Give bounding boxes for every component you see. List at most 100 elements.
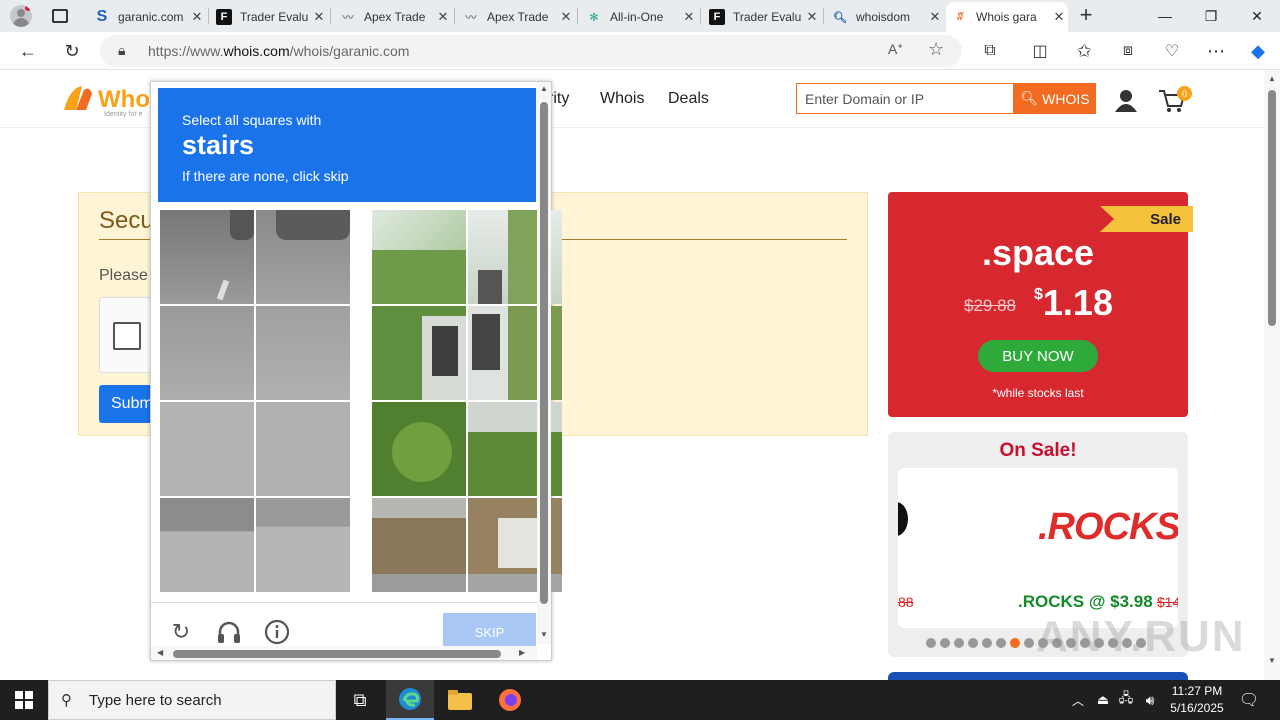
captcha-tile[interactable] bbox=[372, 498, 466, 592]
rocks-card[interactable]: .ROCKS 88 .ROCKS @ $3.98 $14 bbox=[898, 468, 1178, 628]
collections-icon[interactable]: ⧈ bbox=[1114, 37, 1142, 65]
account-icon[interactable] bbox=[1114, 88, 1138, 112]
captcha-vertical-scrollbar[interactable]: ▲ ▼ bbox=[537, 82, 551, 644]
buy-now-button[interactable]: BUY NOW bbox=[978, 340, 1098, 372]
watermark: ANY.RUN bbox=[1036, 612, 1246, 661]
tab-apex-2[interactable]: 〰 Apex Trade ✕ bbox=[457, 2, 575, 32]
tab-whoisdom[interactable]: 🔍︎ whoisdom ✕ bbox=[826, 2, 944, 32]
system-clock[interactable]: 11:27 PM 5/16/2025 bbox=[1166, 683, 1228, 717]
edge-icon[interactable] bbox=[386, 680, 434, 720]
captcha-hscroll-thumb[interactable] bbox=[173, 650, 501, 658]
url-field[interactable]: 🔒︎ https://www.whois.com/whois/garanic.c… bbox=[100, 35, 962, 67]
carousel-dot[interactable] bbox=[1024, 638, 1034, 648]
s-icon: S bbox=[96, 8, 108, 25]
close-icon[interactable]: ✕ bbox=[188, 9, 206, 25]
firefox-icon[interactable] bbox=[486, 680, 534, 720]
security-instruction: Please bbox=[99, 267, 148, 284]
captcha-tile[interactable] bbox=[256, 402, 350, 496]
captcha-scroll-thumb[interactable] bbox=[540, 102, 548, 604]
carousel-dot[interactable] bbox=[996, 638, 1006, 648]
split-screen-icon[interactable]: ◫ bbox=[1026, 37, 1054, 65]
restore-button[interactable]: ❐ bbox=[1188, 0, 1234, 32]
prev-slide-logo bbox=[898, 502, 908, 536]
captcha-tile[interactable] bbox=[256, 306, 350, 400]
network-icon[interactable]: 🖧︎ bbox=[1115, 680, 1137, 720]
tab-actions-icon[interactable] bbox=[52, 9, 68, 23]
audio-headphones-icon[interactable] bbox=[216, 619, 242, 645]
security-title: Secu bbox=[99, 207, 154, 234]
carousel-dot[interactable] bbox=[982, 638, 992, 648]
close-icon[interactable]: ✕ bbox=[926, 9, 944, 25]
captcha-tile[interactable] bbox=[256, 210, 350, 304]
tab-all-in-one[interactable]: ✻ All-in-One ✕ bbox=[580, 2, 698, 32]
back-button[interactable]: ← bbox=[14, 37, 42, 65]
tab-garanic[interactable]: S garanic.com ✕ bbox=[88, 2, 206, 32]
carousel-dot[interactable] bbox=[1010, 638, 1020, 648]
captcha-checkbox[interactable] bbox=[113, 322, 141, 350]
captcha-tile[interactable] bbox=[160, 402, 254, 496]
minimize-button[interactable]: — bbox=[1142, 0, 1188, 32]
close-icon[interactable]: ✕ bbox=[680, 9, 698, 25]
svg-text:Identity for e: Identity for e bbox=[104, 111, 143, 118]
lock-icon[interactable]: 🔒︎ bbox=[118, 42, 125, 59]
performance-icon[interactable]: ♡ bbox=[1158, 37, 1186, 65]
captcha-horizontal-scrollbar[interactable]: ◀ ▶ bbox=[151, 646, 537, 660]
search-icon: 🔍︎ bbox=[1020, 90, 1039, 106]
captcha-tile[interactable] bbox=[372, 306, 466, 400]
start-button[interactable] bbox=[0, 680, 48, 720]
captcha-tile[interactable] bbox=[372, 210, 466, 304]
captcha-tile[interactable] bbox=[256, 498, 350, 592]
carousel-dot[interactable] bbox=[940, 638, 950, 648]
captcha-tile[interactable] bbox=[160, 210, 254, 304]
chevron-up-icon[interactable]: ︿ bbox=[1066, 680, 1090, 720]
notifications-icon[interactable]: 🗨︎ bbox=[1234, 680, 1264, 720]
copilot-icon[interactable]: ◆ bbox=[1244, 37, 1272, 65]
carousel-dot[interactable] bbox=[968, 638, 978, 648]
close-icon[interactable]: ✕ bbox=[557, 9, 575, 25]
close-icon[interactable]: ✕ bbox=[803, 9, 821, 25]
f-icon: F bbox=[216, 9, 232, 25]
read-aloud-icon[interactable]: Aᐩ bbox=[888, 41, 903, 58]
carousel-dot[interactable] bbox=[926, 638, 936, 648]
close-icon[interactable]: ✕ bbox=[1050, 9, 1068, 25]
captcha-tile[interactable] bbox=[160, 306, 254, 400]
tab-trader-eval-2[interactable]: F Trader Evalu ✕ bbox=[703, 2, 821, 32]
task-view-icon[interactable]: ⧉ bbox=[336, 680, 384, 720]
extensions-icon[interactable]: ⧉ bbox=[976, 37, 1004, 65]
captcha-object: stairs bbox=[182, 130, 255, 160]
promo-tld: .space bbox=[981, 232, 1095, 273]
tab-apex-1[interactable]: 〰 Apex Trade ✕ bbox=[334, 2, 452, 32]
volume-icon[interactable]: 🔊︎ bbox=[1139, 680, 1161, 720]
allinone-icon: ✻ bbox=[589, 11, 599, 24]
file-explorer-icon[interactable] bbox=[436, 680, 484, 720]
refresh-button[interactable]: ↻ bbox=[58, 37, 86, 65]
tab-trader-eval-1[interactable]: F Trader Evalu ✕ bbox=[210, 2, 328, 32]
whois-search-button[interactable]: 🔍︎ WHOIS bbox=[1014, 83, 1096, 114]
tab-whois-active[interactable]: ʬ Whois gara ✕ bbox=[946, 2, 1068, 32]
close-icon[interactable]: ✕ bbox=[434, 9, 452, 25]
nav-whois[interactable]: Whois bbox=[600, 90, 644, 108]
domain-search-input[interactable]: Enter Domain or IP bbox=[796, 83, 1014, 114]
captcha-tile[interactable] bbox=[160, 498, 254, 592]
close-icon[interactable]: ✕ bbox=[310, 9, 328, 25]
reload-icon[interactable]: ↻ bbox=[168, 619, 194, 645]
f-icon: F bbox=[709, 9, 725, 25]
new-tab-button[interactable]: + bbox=[1074, 4, 1098, 28]
scroll-thumb[interactable] bbox=[1268, 90, 1276, 326]
search-icon: 🔍︎ bbox=[833, 11, 847, 24]
new-price: $1.18 bbox=[1034, 282, 1113, 323]
more-icon[interactable]: ⋯ bbox=[1202, 37, 1230, 65]
address-bar: ← ↻ 🔒︎ https://www.whois.com/whois/garan… bbox=[0, 32, 1280, 70]
taskbar-search[interactable]: ⚲ Type here to search bbox=[48, 680, 336, 720]
close-window-button[interactable]: ✕ bbox=[1234, 0, 1280, 32]
page-scrollbar[interactable]: ▲ ▼ bbox=[1264, 70, 1280, 680]
favorite-star-icon[interactable]: ☆ bbox=[928, 39, 944, 60]
favorites-icon[interactable]: ✩ bbox=[1070, 37, 1098, 65]
profile-icon[interactable] bbox=[10, 5, 32, 27]
usb-icon[interactable]: ⏏ bbox=[1092, 680, 1114, 720]
info-icon[interactable] bbox=[264, 619, 290, 645]
captcha-tile[interactable] bbox=[372, 402, 466, 496]
nav-deals[interactable]: Deals bbox=[668, 90, 709, 108]
carousel-dot[interactable] bbox=[954, 638, 964, 648]
whois-logo[interactable]: Who Identity for e bbox=[60, 80, 160, 118]
